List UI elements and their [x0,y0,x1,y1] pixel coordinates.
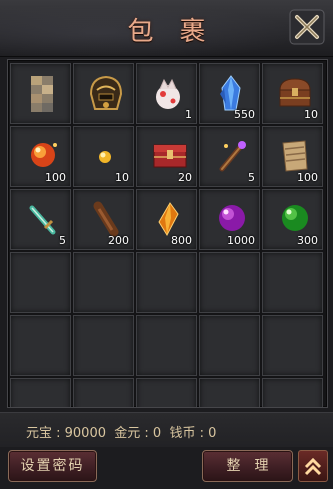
inventory-slot[interactable]: 20 [136,126,197,187]
set-password-button[interactable]: 设置密码 [8,450,97,482]
inventory-slot-empty[interactable] [10,252,71,313]
bag-header: 包裹 [0,0,333,57]
close-icon[interactable] [289,9,325,45]
inventory-slot[interactable]: 800 [136,189,197,250]
scroll-up-button[interactable] [298,450,328,482]
inventory-slot-empty[interactable] [199,315,260,376]
inventory-slot-empty[interactable] [73,252,134,313]
inventory-slot-empty[interactable] [10,378,71,407]
item-count: 300 [297,234,318,247]
item-count: 100 [45,171,66,184]
item-count: 10 [115,171,129,184]
currency-bar: 元宝 : 90000 金元 : 0 钱币 : 0 [0,412,333,447]
inventory-slot-empty[interactable] [73,315,134,376]
item-count: 5 [59,234,66,247]
item-count: 10 [304,108,318,121]
inventory-slot[interactable] [10,63,71,124]
inventory-slot[interactable]: 1 [136,63,197,124]
inventory-slot[interactable]: 1000 [199,189,260,250]
inventory-grid: 1 550 10 100 10 20 5 100 5 200 800 1000 … [10,63,323,407]
item-count: 200 [108,234,129,247]
fire-orb-icon [31,143,57,167]
item-count: 550 [234,108,255,121]
inventory-slot[interactable] [73,63,134,124]
item-count: 20 [178,171,192,184]
bag-title: 包裹 [127,17,232,47]
inventory-slot-empty[interactable] [10,315,71,376]
golden-helmet-icon [89,75,123,110]
inventory-slot-empty[interactable] [262,315,323,376]
inventory-slot-empty[interactable] [136,252,197,313]
pet-egg-icon [156,78,180,109]
inventory-slot-empty[interactable] [136,315,197,376]
currency-text: 元宝 : 90000 金元 : 0 钱币 : 0 [26,426,217,441]
inventory-slot-empty[interactable] [199,378,260,407]
inventory-slot[interactable]: 5 [10,189,71,250]
blurred-item-icon [31,76,53,112]
item-count: 1 [185,108,192,121]
inventory-slot-empty[interactable] [262,378,323,407]
inventory-slot[interactable]: 100 [262,126,323,187]
inventory-slot[interactable]: 300 [262,189,323,250]
inventory-slot[interactable]: 200 [73,189,134,250]
inventory-slot[interactable]: 5 [199,126,260,187]
red-chest-icon [153,144,187,168]
jade-sword-icon [29,205,56,235]
sort-button[interactable]: 整理 [202,450,293,482]
inventory-slot-empty[interactable] [262,252,323,313]
inventory-slot[interactable]: 100 [10,126,71,187]
item-count: 5 [248,171,255,184]
inventory-panel: 1 550 10 100 10 20 5 100 5 200 800 1000 … [7,59,328,408]
inventory-slot-empty[interactable] [73,378,134,407]
gold-pearl-icon [99,151,111,163]
inventory-slot[interactable]: 10 [262,63,323,124]
inventory-slot-empty[interactable] [199,252,260,313]
wood-log-icon [93,201,119,237]
inventory-slot[interactable]: 10 [73,126,134,187]
inventory-slot-empty[interactable] [136,378,197,407]
amber-crystal-icon [158,202,179,237]
treasure-chest-icon [279,78,311,107]
item-count: 1000 [227,234,255,247]
magic-rod-icon [219,141,246,172]
inventory-slot[interactable]: 550 [199,63,260,124]
green-orb-icon [282,205,308,231]
purple-orb-icon [219,205,245,231]
item-count: 800 [171,234,192,247]
chevron-up-icon [304,457,322,476]
item-count: 100 [297,171,318,184]
scroll-icon [282,140,308,172]
